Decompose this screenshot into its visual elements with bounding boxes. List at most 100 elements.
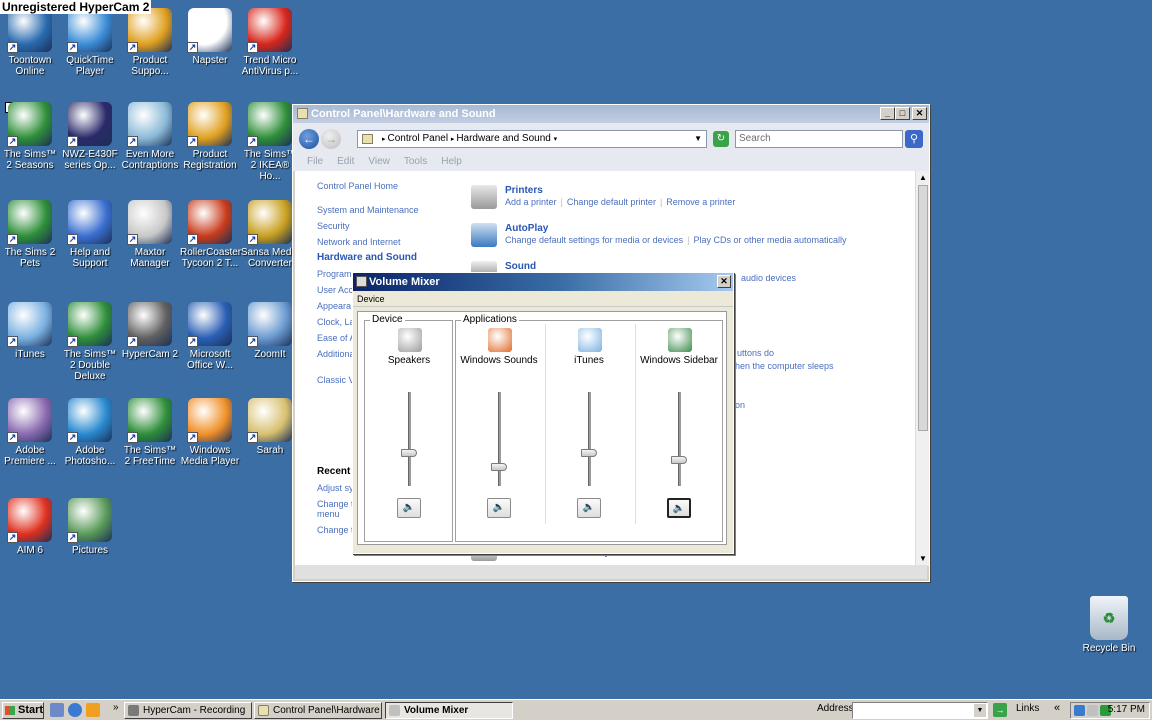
desktop-icon[interactable]: ↗ RollerCoaster Tycoon 2 T... xyxy=(180,200,241,269)
go-arrow-icon[interactable]: → xyxy=(993,703,1007,717)
back-button[interactable]: ← xyxy=(299,129,319,149)
change-autoplay-defaults-link[interactable]: Change default settings for media or dev… xyxy=(505,235,683,245)
nav-network-internet[interactable]: Network and Internet xyxy=(317,237,419,247)
menu-tools[interactable]: Tools xyxy=(404,153,427,171)
desktop-icon[interactable]: ↗ Windows Media Player xyxy=(180,398,240,467)
autoplay-link[interactable]: AutoPlay xyxy=(505,223,548,234)
desktop-icon[interactable]: ↗ The Sims™ 2 Double Deluxe xyxy=(60,302,120,382)
desktop-icon[interactable]: ↗ The Sims™ 2 Seasons xyxy=(0,102,60,171)
recycle-bin[interactable]: ♻ Recycle Bin xyxy=(1079,596,1139,654)
menu-help[interactable]: Help xyxy=(441,153,462,171)
desktop-icon[interactable]: ↗ The Sims™ 2 FreeTime xyxy=(120,398,180,467)
volume-slider-thumb[interactable] xyxy=(401,449,417,458)
search-input[interactable]: Search xyxy=(735,130,903,148)
close-button[interactable]: ✕ xyxy=(912,107,927,120)
address-input[interactable]: ▼ xyxy=(852,702,988,719)
desktop-icon[interactable]: ↗ iTunes xyxy=(0,302,60,360)
shortcut-arrow-icon: ↗ xyxy=(7,136,18,147)
breadcrumb[interactable]: ▸ Control Panel ▸ Hardware and Sound ▾ ▼ xyxy=(357,130,707,148)
internet-explorer-icon[interactable] xyxy=(68,703,82,717)
mute-button[interactable]: 🔈 xyxy=(487,498,511,518)
menu-edit[interactable]: Edit xyxy=(337,153,354,171)
desktop-icon[interactable]: ↗ Maxtor Manager xyxy=(120,200,180,269)
volume-slider-thumb[interactable] xyxy=(491,463,507,472)
scroll-thumb[interactable] xyxy=(918,185,928,431)
desktop-icon[interactable]: ↗ QuickTime Player xyxy=(60,8,120,77)
computer-sleeps-link[interactable]: hen the computer sleeps xyxy=(735,361,834,371)
start-button[interactable]: Start xyxy=(2,702,44,719)
search-icon[interactable]: ⚲ xyxy=(905,130,923,148)
desktop-icon[interactable]: ↗ Napster xyxy=(180,8,240,66)
desktop-icon[interactable]: ↗ The Sims 2 Pets xyxy=(0,200,60,269)
vertical-scrollbar[interactable]: ▲ ▼ xyxy=(915,171,929,566)
desktop-icon[interactable]: ↗ Even More Contraptions xyxy=(120,102,180,171)
sound-link[interactable]: Sound xyxy=(505,261,536,272)
partial-link-on[interactable]: on xyxy=(735,400,745,410)
close-button[interactable]: ✕ xyxy=(717,275,731,288)
desktop-icon[interactable]: ↗ Product Suppo... xyxy=(120,8,180,77)
volume-slider-thumb[interactable] xyxy=(581,449,597,458)
scroll-down-icon[interactable]: ▼ xyxy=(916,552,930,566)
taskbar-button-control-panel[interactable]: Control Panel\Hardware ... xyxy=(254,702,382,719)
device-menu[interactable]: Device xyxy=(353,291,733,307)
desktop-icon[interactable]: ↗ Microsoft Office W... xyxy=(180,302,240,371)
mute-button[interactable]: 🔈 xyxy=(577,498,601,518)
power-buttons-link[interactable]: uttons do xyxy=(737,348,774,358)
refresh-icon[interactable]: ↻ xyxy=(713,131,729,147)
desktop-icon[interactable]: ↗ Pictures xyxy=(60,498,120,556)
desktop-icon[interactable]: ↗ Sansa Media Converter xyxy=(240,200,300,269)
nav-security[interactable]: Security xyxy=(317,221,419,231)
add-printer-link[interactable]: Add a printer xyxy=(505,197,557,207)
play-cds-link[interactable]: Play CDs or other media automatically xyxy=(693,235,846,245)
links-toolbar[interactable]: Links xyxy=(1016,703,1039,714)
desktop-icon[interactable]: ↗ ZoomIt xyxy=(240,302,300,360)
network-icon[interactable] xyxy=(1074,705,1085,716)
mute-button[interactable]: 🔈 xyxy=(667,498,691,518)
desktop-icon[interactable]: ↗ Product Registration xyxy=(180,102,240,171)
folder-icon: ↗ xyxy=(247,398,292,443)
links-chevron[interactable]: « xyxy=(1054,702,1060,714)
maximize-button[interactable]: □ xyxy=(895,107,910,120)
remove-printer-link[interactable]: Remove a printer xyxy=(666,197,735,207)
breadcrumb-control-panel[interactable]: Control Panel xyxy=(387,133,448,144)
volume-mixer-titlebar[interactable]: Volume Mixer ✕ xyxy=(353,273,733,291)
desktop-icon[interactable]: ↗ Adobe Premiere ... xyxy=(0,398,60,467)
volume-slider-track[interactable] xyxy=(408,392,411,486)
desktop-icon[interactable]: ↗ Adobe Photosho... xyxy=(60,398,120,467)
volume-slider-track[interactable] xyxy=(498,392,501,486)
printers-link[interactable]: Printers xyxy=(505,185,543,196)
control-panel-titlebar[interactable]: Control Panel\Hardware and Sound _ □ ✕ xyxy=(293,105,929,123)
chevron-down-icon[interactable]: ▼ xyxy=(694,131,702,147)
desktop-icon[interactable]: ↗ Trend Micro AntiVirus p... xyxy=(240,8,300,77)
volume-slider-thumb[interactable] xyxy=(671,455,687,464)
nav-control-panel-home[interactable]: Control Panel Home xyxy=(317,181,419,191)
volume-icon[interactable] xyxy=(1087,705,1098,716)
desktop-icon[interactable]: ↗ Toontown Online xyxy=(0,8,60,77)
chevron-down-icon[interactable]: ▼ xyxy=(974,704,986,717)
desktop-icon[interactable]: ↗ Sarah xyxy=(240,398,300,456)
desktop-icon-label: Sansa Media Converter xyxy=(240,247,300,269)
breadcrumb-hardware-sound[interactable]: Hardware and Sound xyxy=(456,133,551,144)
manage-audio-devices-link[interactable]: audio devices xyxy=(741,273,796,283)
show-desktop-icon[interactable] xyxy=(50,703,64,717)
taskbar-button-volume-mixer[interactable]: Volume Mixer xyxy=(385,702,513,719)
volume-slider-track[interactable] xyxy=(678,392,681,486)
control-panel-icon xyxy=(297,108,308,119)
menu-file[interactable]: File xyxy=(307,153,323,171)
minimize-button[interactable]: _ xyxy=(880,107,895,120)
nav-system-maintenance[interactable]: System and Maintenance xyxy=(317,205,419,215)
volume-slider-track[interactable] xyxy=(588,392,591,486)
taskbar-button-hypercam[interactable]: HyperCam - Recording xyxy=(124,702,252,719)
change-default-printer-link[interactable]: Change default printer xyxy=(567,197,656,207)
mute-button[interactable]: 🔈 xyxy=(397,498,421,518)
scroll-up-icon[interactable]: ▲ xyxy=(916,171,930,185)
media-player-icon[interactable] xyxy=(86,703,100,717)
desktop-icon[interactable]: ↗ Help and Support xyxy=(60,200,120,269)
desktop-icon[interactable]: ↗ NWZ-E430F series Op... xyxy=(60,102,120,171)
forward-button[interactable]: → xyxy=(321,129,341,149)
desktop-icon[interactable]: ↗ HyperCam 2 xyxy=(120,302,180,360)
menu-view[interactable]: View xyxy=(368,153,390,171)
desktop-icon[interactable]: ↗ The Sims™ 2 IKEA® Ho... xyxy=(240,102,300,182)
desktop-icon[interactable]: ↗ AIM 6 xyxy=(0,498,60,556)
quick-launch-chevron-icon[interactable]: » xyxy=(113,702,119,713)
